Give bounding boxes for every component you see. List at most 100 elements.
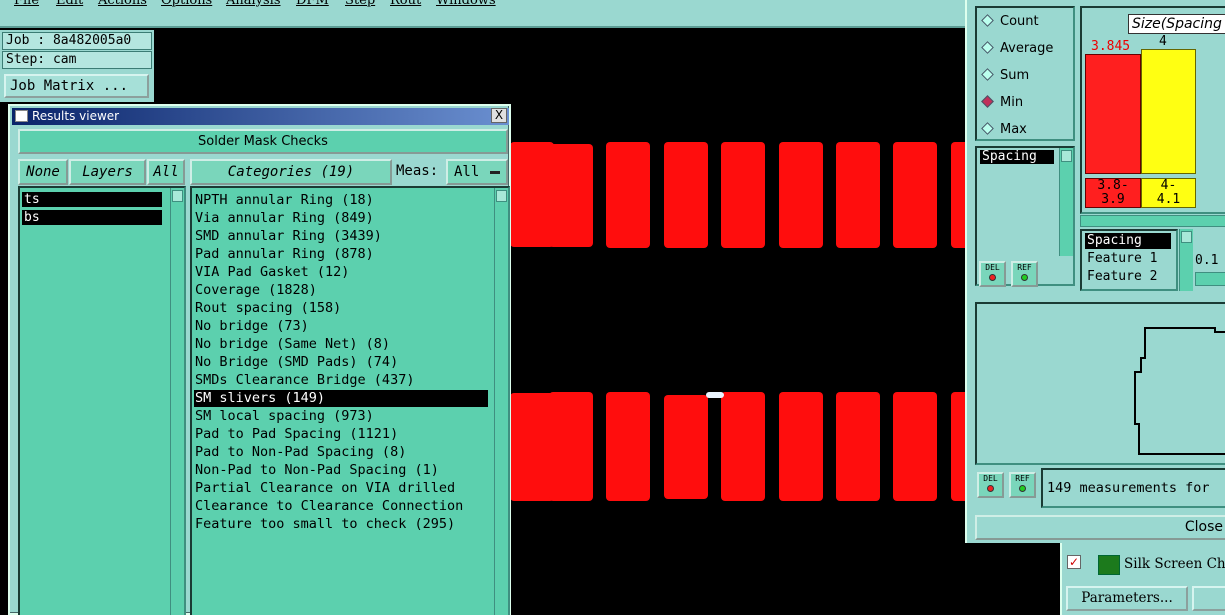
del-button[interactable]: DEL xyxy=(977,472,1004,498)
ref-button[interactable]: REF xyxy=(1011,261,1038,287)
scroll-up-icon[interactable] xyxy=(1181,231,1192,243)
category-item[interactable]: SM local spacing (973) xyxy=(194,408,488,425)
category-item[interactable]: VIA Pad Gasket (12) xyxy=(194,264,488,281)
pad xyxy=(836,142,880,248)
mode-count[interactable]: Count xyxy=(981,14,1039,29)
category-item[interactable]: No bridge (73) xyxy=(194,318,488,335)
results-viewer-titlebar[interactable]: Results viewer xyxy=(12,108,509,125)
histogram-scrollbar[interactable] xyxy=(1080,215,1225,227)
circuit-icon xyxy=(1098,555,1120,575)
category-item[interactable]: SM slivers (149) xyxy=(194,390,488,407)
close-icon[interactable]: X xyxy=(491,108,507,123)
bar-value: 3.845 xyxy=(1091,39,1131,54)
layers-button[interactable]: Layers xyxy=(69,159,146,185)
category-item[interactable]: SMDs Clearance Bridge (437) xyxy=(194,372,488,389)
list-item[interactable]: Spacing xyxy=(1085,233,1171,249)
histogram[interactable]: Size(Spacing 3.845 4 3.8- 3.9 4- 4.1 xyxy=(1080,6,1225,214)
scrollbar[interactable] xyxy=(494,188,508,615)
category-list[interactable]: NPTH annular Ring (18) Via annular Ring (… xyxy=(190,186,510,615)
red-dot-icon xyxy=(987,485,994,492)
category-item[interactable]: Partial Clearance on VIA drilled xyxy=(194,480,488,497)
bar-value: 4 xyxy=(1159,34,1167,49)
menu-windows[interactable]: Windows xyxy=(436,0,496,8)
pad xyxy=(836,392,880,501)
menu-actions[interactable]: Actions xyxy=(98,0,147,8)
menu-dfm[interactable]: DFM xyxy=(296,0,329,8)
check-name-header[interactable]: Solder Mask Checks xyxy=(18,129,508,154)
scrollbar[interactable] xyxy=(1059,148,1073,256)
del-button[interactable]: DEL xyxy=(979,261,1006,287)
scrollbar[interactable] xyxy=(1179,229,1193,291)
all-button[interactable]: All xyxy=(147,159,185,185)
pad xyxy=(779,142,823,248)
menu-edit[interactable]: Edit xyxy=(56,0,83,8)
category-item[interactable]: Pad to Non-Pad Spacing (8) xyxy=(194,444,488,461)
category-item[interactable]: NPTH annular Ring (18) xyxy=(194,192,488,209)
mode-min[interactable]: Min xyxy=(981,95,1023,110)
detail-list[interactable]: Spacing Feature 1 Feature 2 xyxy=(1080,229,1178,291)
mode-label: Max xyxy=(1000,122,1027,137)
radio-icon xyxy=(981,95,994,108)
category-item[interactable]: Clearance to Clearance Connection xyxy=(194,498,488,515)
category-item[interactable]: Feature too small to check (295) xyxy=(194,516,488,533)
category-item[interactable]: Pad annular Ring (878) xyxy=(194,246,488,263)
measurement-marker[interactable] xyxy=(706,392,724,398)
mode-max[interactable]: Max xyxy=(981,122,1027,137)
mode-average[interactable]: Average xyxy=(981,41,1053,56)
step-value: 0.1 xyxy=(1195,253,1219,268)
red-dot-icon xyxy=(989,274,996,281)
category-item[interactable]: Non-Pad to Non-Pad Spacing (1) xyxy=(194,462,488,479)
secondary-button[interactable] xyxy=(1192,586,1225,611)
step-slider[interactable] xyxy=(1195,272,1225,286)
scrollbar[interactable] xyxy=(170,188,184,615)
feature-preview[interactable] xyxy=(975,302,1225,465)
list-item[interactable]: ts xyxy=(22,192,162,207)
category-item[interactable]: Pad to Pad Spacing (1121) xyxy=(194,426,488,443)
pad xyxy=(606,392,650,501)
dropdown-icon xyxy=(490,171,500,174)
silk-screen-label: Silk Screen Che xyxy=(1124,556,1225,572)
list-item[interactable]: Feature 2 xyxy=(1085,269,1171,285)
category-item[interactable]: Via annular Ring (849) xyxy=(194,210,488,227)
radio-icon xyxy=(981,68,994,81)
mode-sum[interactable]: Sum xyxy=(981,68,1029,83)
layer-list[interactable]: ts bs xyxy=(18,186,186,615)
job-matrix-button[interactable]: Job Matrix ... xyxy=(4,74,149,98)
window-title: Results viewer xyxy=(32,109,120,123)
menu-rout[interactable]: Rout xyxy=(390,0,421,8)
pad xyxy=(721,142,765,248)
category-item[interactable]: Coverage (1828) xyxy=(194,282,488,299)
none-button[interactable]: None xyxy=(18,159,68,185)
category-item[interactable]: SMD annular Ring (3439) xyxy=(194,228,488,245)
list-item[interactable]: bs xyxy=(22,210,162,225)
category-item[interactable]: No bridge (Same Net) (8) xyxy=(194,336,488,353)
parameters-button[interactable]: Parameters... xyxy=(1066,586,1188,611)
checkbox[interactable]: ✓ xyxy=(1067,555,1081,569)
menu-file[interactable]: File xyxy=(14,0,39,8)
categories-button[interactable]: Categories (19) xyxy=(190,159,392,185)
green-dot-icon xyxy=(1019,485,1026,492)
close-button[interactable]: Close xyxy=(975,515,1225,540)
scroll-up-icon[interactable] xyxy=(172,190,183,202)
category-item[interactable]: No Bridge (SMD Pads) (74) xyxy=(194,354,488,371)
statistics-panel: Count Average Sum Min Max Spacing DEL RE… xyxy=(965,0,1225,543)
menu-analysis[interactable]: Analysis xyxy=(226,0,281,8)
list-item[interactable]: Spacing xyxy=(980,150,1054,164)
scroll-up-icon[interactable] xyxy=(1061,150,1072,162)
meas-dropdown[interactable]: All xyxy=(446,159,508,185)
del-label: DEL xyxy=(985,263,1000,272)
pad xyxy=(510,142,554,247)
list-item[interactable]: Feature 1 xyxy=(1085,251,1171,267)
ref-button[interactable]: REF xyxy=(1009,472,1036,498)
histogram-bar[interactable] xyxy=(1085,54,1141,174)
measurement-count: 149 measurements for xyxy=(1041,468,1225,508)
menu-step[interactable]: Step xyxy=(345,0,375,8)
category-item[interactable]: Rout spacing (158) xyxy=(194,300,488,317)
results-viewer-window: Results viewer X Solder Mask Checks None… xyxy=(8,104,511,615)
measure-list[interactable]: Spacing DEL REF xyxy=(975,146,1075,287)
job-field: Job : 8a482005a0 xyxy=(2,32,152,50)
menu-options[interactable]: Options xyxy=(161,0,212,8)
scroll-up-icon[interactable] xyxy=(496,190,507,202)
histogram-bar[interactable] xyxy=(1141,49,1196,174)
silk-screen-panel: ✓ Silk Screen Che Parameters... xyxy=(1060,543,1225,615)
